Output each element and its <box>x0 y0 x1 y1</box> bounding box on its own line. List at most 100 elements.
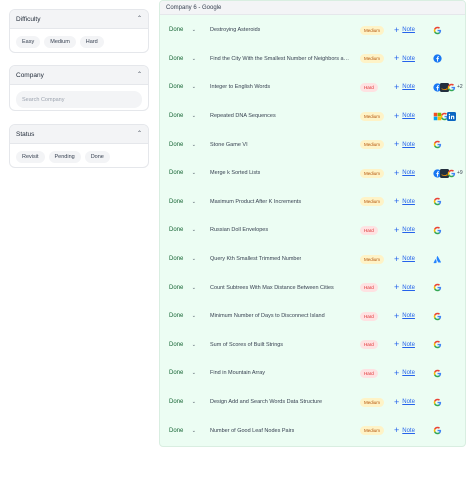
status-value: Done <box>169 370 184 377</box>
status-select[interactable]: Done ⌄ <box>166 194 198 209</box>
problem-row: Done ⌄ Number of Good Leaf Nodes Pairs M… <box>160 416 465 445</box>
add-note-button[interactable]: + Note <box>394 283 415 292</box>
add-note-button[interactable]: + Note <box>394 54 415 63</box>
note-link-label: Note <box>402 284 415 291</box>
company-search-input[interactable] <box>22 96 136 103</box>
problem-title[interactable]: Stone Game VI <box>210 142 248 148</box>
status-options: Revisit Pending Done <box>10 144 148 167</box>
plus-icon: + <box>394 196 400 207</box>
add-note-button[interactable]: + Note <box>394 340 415 349</box>
status-select[interactable]: Done ⌄ <box>166 337 198 352</box>
add-note-button[interactable]: + Note <box>394 82 415 92</box>
chevron-down-icon: ⌄ <box>191 113 196 120</box>
add-note-button[interactable]: + Note <box>394 426 415 435</box>
more-companies-count[interactable]: +2 <box>457 84 463 90</box>
difficulty-chip-hard[interactable]: Hard <box>79 36 104 48</box>
add-note-button[interactable]: + Note <box>394 168 415 178</box>
chevron-down-icon: ⌄ <box>191 284 196 291</box>
chevron-down-icon: ⌄ <box>191 399 196 406</box>
status-chip-done[interactable]: Done <box>84 151 110 163</box>
company-search-box[interactable] <box>16 91 142 108</box>
add-note-button[interactable]: + Note <box>394 25 415 35</box>
note-link-label: Note <box>402 256 415 263</box>
status-select[interactable]: Done ⌄ <box>166 223 198 238</box>
google-logo <box>447 169 456 178</box>
problem-title[interactable]: Sum of Scores of Built Strings <box>210 342 283 348</box>
chevron-down-icon: ⌄ <box>191 256 196 263</box>
problem-row: Done ⌄ Repeated DNA Sequences Medium + N… <box>160 102 465 131</box>
difficulty-chip-easy[interactable]: Easy <box>16 36 41 48</box>
company-logos: +2 <box>433 82 463 92</box>
problem-title[interactable]: Russian Doll Envelopes <box>210 227 268 233</box>
status-select[interactable]: Done ⌄ <box>166 252 198 267</box>
difficulty-badge: Medium <box>360 254 385 264</box>
status-filter-header[interactable]: Status ⌃ <box>10 125 148 144</box>
status-select[interactable]: Done ⌄ <box>166 80 198 95</box>
problem-title[interactable]: Query Kth Smallest Trimmed Number <box>210 256 301 262</box>
add-note-button[interactable]: + Note <box>394 254 415 264</box>
status-select[interactable]: Done ⌄ <box>166 166 198 181</box>
chevron-down-icon: ⌄ <box>191 55 196 62</box>
google-logo <box>433 140 442 149</box>
status-select[interactable]: Done ⌄ <box>166 51 198 66</box>
difficulty-filter-card: Difficulty ⌃ Easy Medium Hard <box>9 9 149 53</box>
add-note-button[interactable]: + Note <box>394 396 415 407</box>
status-select[interactable]: Done ⌄ <box>166 309 198 324</box>
problem-title[interactable]: Find the City With the Smallest Number o… <box>210 56 350 62</box>
status-select[interactable]: Done ⌄ <box>166 395 198 410</box>
chevron-down-icon: ⌄ <box>191 198 196 205</box>
problem-title[interactable]: Count Subtrees With Max Distance Between… <box>210 285 334 291</box>
status-value: Done <box>169 170 184 177</box>
plus-icon: + <box>394 396 400 407</box>
google-logo <box>433 426 442 435</box>
problem-title[interactable]: Minimum Number of Days to Disconnect Isl… <box>210 313 325 319</box>
chevron-down-icon: ⌄ <box>191 27 196 34</box>
status-select[interactable]: Done ⌄ <box>166 366 198 381</box>
problem-title[interactable]: Destroying Asteroids <box>210 27 260 33</box>
chevron-up-icon[interactable]: ⌃ <box>137 131 142 137</box>
note-link-label: Note <box>402 399 415 406</box>
problem-row: Done ⌄ Find the City With the Smallest N… <box>160 45 465 74</box>
status-chip-pending[interactable]: Pending <box>48 151 81 163</box>
status-select[interactable]: Done ⌄ <box>166 137 198 152</box>
add-note-button[interactable]: + Note <box>394 197 415 206</box>
chevron-down-icon: ⌄ <box>191 370 196 377</box>
problem-title[interactable]: Integer to English Words <box>210 84 270 90</box>
status-chip-revisit[interactable]: Revisit <box>16 151 45 163</box>
difficulty-badge: Hard <box>360 340 378 350</box>
chevron-down-icon: ⌄ <box>191 170 196 177</box>
status-select[interactable]: Done ⌄ <box>166 280 198 295</box>
problem-title[interactable]: Number of Good Leaf Nodes Pairs <box>210 428 294 434</box>
company-filter-header[interactable]: Company ⌃ <box>10 66 148 85</box>
add-note-button[interactable]: + Note <box>394 140 415 149</box>
add-note-button[interactable]: + Note <box>394 368 415 378</box>
problem-title[interactable]: Find in Mountain Array <box>210 370 265 376</box>
problem-title[interactable]: Design Add and Search Words Data Structu… <box>210 399 322 405</box>
chevron-up-icon[interactable]: ⌃ <box>137 16 142 22</box>
add-note-button[interactable]: + Note <box>394 225 415 235</box>
problem-row: Done ⌄ Integer to English Words Hard + N… <box>160 73 465 102</box>
status-select[interactable]: Done ⌄ <box>166 423 198 438</box>
note-link-label: Note <box>402 113 415 120</box>
add-note-button[interactable]: + Note <box>394 311 415 321</box>
status-select[interactable]: Done ⌄ <box>166 23 198 38</box>
problem-title[interactable]: Repeated DNA Sequences <box>210 113 276 119</box>
note-link-label: Note <box>402 313 415 320</box>
chevron-up-icon[interactable]: ⌃ <box>137 72 142 78</box>
difficulty-chip-medium[interactable]: Medium <box>44 36 76 48</box>
problem-title[interactable]: Maximum Product After K Increments <box>210 199 301 205</box>
status-select[interactable]: Done ⌄ <box>166 109 198 124</box>
problem-title[interactable]: Merge k Sorted Lists <box>210 170 260 176</box>
difficulty-filter-header[interactable]: Difficulty ⌃ <box>10 10 148 29</box>
more-companies-count[interactable]: +9 <box>457 170 463 176</box>
plus-icon: + <box>394 53 400 64</box>
add-note-button[interactable]: + Note <box>394 111 415 121</box>
note-link-label: Note <box>402 55 415 62</box>
note-link-label: Note <box>402 427 415 434</box>
company-logos <box>433 340 442 350</box>
status-value: Done <box>169 284 184 291</box>
company-logos <box>433 426 442 436</box>
difficulty-badge: Hard <box>360 82 378 92</box>
status-value: Done <box>169 341 184 348</box>
atlassian-logo <box>433 255 442 264</box>
